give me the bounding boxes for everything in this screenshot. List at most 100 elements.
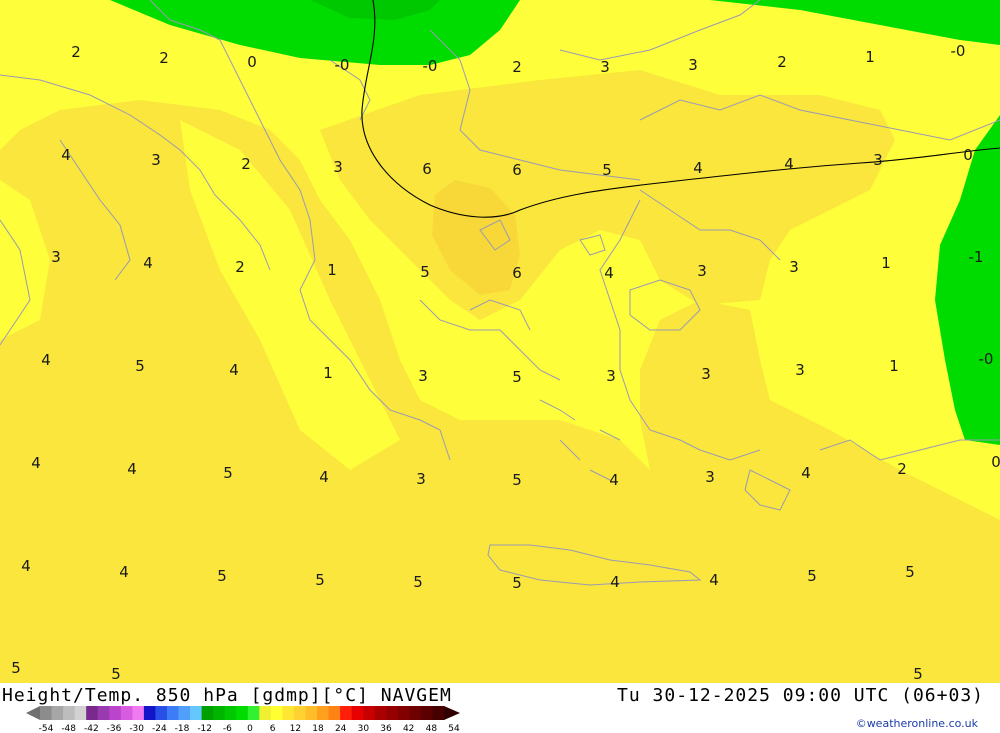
colorbar-max-arrow [444,706,460,720]
colorbar-tick-label: 6 [270,724,276,733]
colorbar-swatch [236,706,249,720]
valid-time: Tu 30-12-2025 09:00 UTC (06+03) [617,685,984,706]
temp-value-label: 5 [602,161,612,179]
color-scale-legend: -54 -48 -42 -36 -30 -24 -18 -12 -6 0 6 12 18 24 30 36 42… [26,706,460,733]
temp-value-label: -0 [979,350,994,368]
colorbar-tick-label: 18 [312,724,324,733]
colorbar-swatch [74,706,87,720]
temp-value-label: 5 [315,571,325,589]
colorbar-tick-label: -36 [107,724,122,733]
colorbar-swatch [374,706,387,720]
colorbar-swatch [178,706,191,720]
temp-value-label: 6 [512,161,522,179]
colorbar-tick-label: 54 [448,724,460,733]
temp-value-label: 4 [119,563,129,581]
colorbar-swatch [109,706,122,720]
temp-value-label: 3 [606,367,616,385]
temp-value-label: 4 [21,557,31,575]
colorbar-swatch [397,706,410,720]
temp-value-label: 6 [422,160,432,178]
temp-value-label: 5 [11,659,21,677]
temp-value-label: 4 [709,571,719,589]
temp-value-label: 4 [693,159,703,177]
temp-value-label: -0 [335,56,350,74]
temp-value-label: 3 [705,468,715,486]
temp-value-label: 2 [159,49,169,67]
temp-value-label: 4 [41,351,51,369]
colorbar-swatch [340,706,353,720]
temp-value-label: 4 [610,573,620,591]
temp-value-label: 3 [418,367,428,385]
temp-value-label: 5 [223,464,233,482]
colorbar-min-arrow [26,706,40,720]
temp-value-label: 4 [127,460,137,478]
colorbar-swatch [282,706,295,720]
colorbar-swatch [213,706,226,720]
credit-link[interactable]: ©weatheronline.co.uk [856,717,978,730]
colorbar-swatch [363,706,376,720]
temp-value-label: 1 [323,364,333,382]
temp-value-label: 2 [512,58,522,76]
temp-value-label: -0 [951,42,966,60]
colorbar-swatch [247,706,260,720]
colorbar-tick-label: 36 [380,724,392,733]
temp-value-label: 2 [241,155,251,173]
colorbar-swatch [97,706,110,720]
colorbar-swatch [143,706,156,720]
temp-value-label: 5 [111,665,121,683]
temp-value-label: -0 [423,57,438,75]
temp-value-label: 3 [873,151,883,169]
colorbar-tick-label: -6 [223,724,232,733]
colorbar-swatch [386,706,399,720]
temp-value-label: 3 [151,151,161,169]
colorbar-swatch [63,706,76,720]
colorbar-swatch [270,706,283,720]
temp-value-label: 6 [512,264,522,282]
temp-value-label: 3 [697,262,707,280]
temp-value-label: 3 [789,258,799,276]
colorbar-tick-label: 48 [426,724,438,733]
temp-value-label: 5 [512,368,522,386]
colorbar-swatch [293,706,306,720]
colorbar-swatch [40,706,53,720]
temp-value-label: 4 [229,361,239,379]
temp-value-label: 3 [701,365,711,383]
temp-value-label: 4 [61,146,71,164]
temp-value-label: 5 [807,567,817,585]
colorbar-swatch [432,706,445,720]
colorbar-swatch [120,706,133,720]
temp-value-label: 4 [609,471,619,489]
colorbar-swatch [351,706,364,720]
colorbar-swatch [190,706,203,720]
colorbar-tick-label: -24 [152,724,167,733]
temp-value-label: 3 [795,361,805,379]
colorbar-swatch [224,706,237,720]
temp-value-label: 4 [801,464,811,482]
temp-value-label: 5 [420,263,430,281]
temp-value-label: 5 [512,574,522,592]
temp-value-label: 4 [784,155,794,173]
colorbar-tick-label: 30 [358,724,370,733]
colorbar-swatch [305,706,318,720]
temp-value-label: 4 [31,454,41,472]
temperature-map: 2 2 0 -0 -0 2 3 3 2 1 -0 4 3 2 3 6 6 5 4 4 3 0 3 4 2 1 5 6 4 3 3 1 -1 4 5 4… [0,0,1000,683]
colorbar-tick-label: -12 [197,724,212,733]
temp-value-label: 5 [512,471,522,489]
temp-value-label: -1 [969,248,984,266]
temp-value-label: 5 [905,563,915,581]
colorbar-tick-label: -54 [39,724,54,733]
map-area: 2 2 0 -0 -0 2 3 3 2 1 -0 4 3 2 3 6 6 5 4 4 3 0 3 4 2 1 5 6 4 3 3 1 -1 4 5 4… [0,0,1000,683]
temp-value-label: 3 [688,56,698,74]
temp-value-label: 1 [865,48,875,66]
colorbar-tick-label: -48 [61,724,76,733]
temp-value-label: 4 [143,254,153,272]
temp-value-label: 2 [897,460,907,478]
temp-value-label: 5 [217,567,227,585]
temp-value-label: 2 [235,258,245,276]
colorbar-tick-label: 42 [403,724,414,733]
colorbar-swatch [166,706,180,720]
colorbar-tick-label: -42 [84,724,99,733]
colorbar-swatch [86,706,99,720]
temp-value-label: 4 [319,468,329,486]
colorbar-tick-label: -30 [129,724,144,733]
